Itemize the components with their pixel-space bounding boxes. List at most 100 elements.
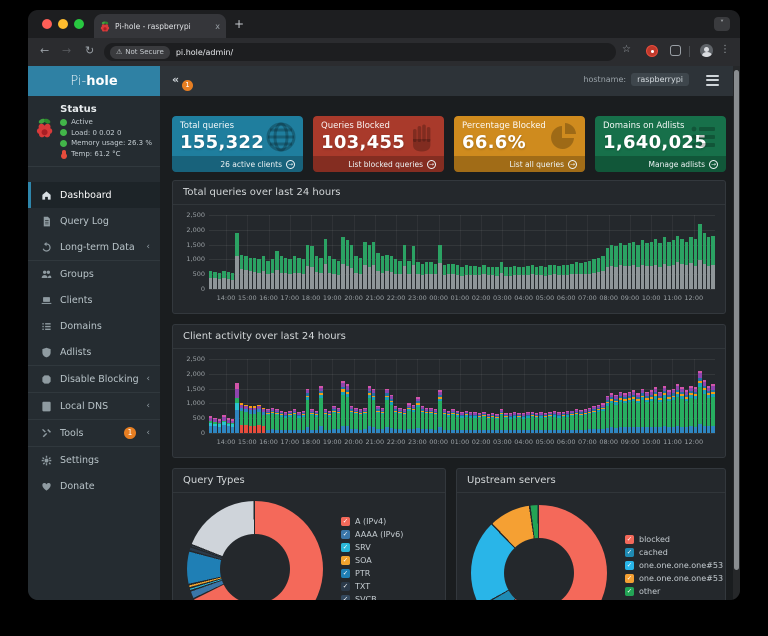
query-bar[interactable] bbox=[680, 239, 683, 289]
card-footer-link[interactable]: List all queries→ bbox=[454, 156, 585, 172]
sidebar-item-adlists[interactable]: Adlists bbox=[28, 339, 160, 365]
query-bar[interactable] bbox=[614, 246, 617, 289]
client-bar[interactable] bbox=[636, 393, 639, 433]
query-bar[interactable] bbox=[315, 256, 318, 289]
query-bar[interactable] bbox=[359, 258, 362, 289]
query-bar[interactable] bbox=[372, 242, 375, 289]
query-bar[interactable] bbox=[354, 256, 357, 289]
address-bar[interactable]: ⚠ Not Secure pi.hole/admin/ bbox=[104, 43, 616, 61]
client-bar[interactable] bbox=[676, 384, 679, 433]
legend-item[interactable]: ✓A (IPv4) bbox=[341, 515, 403, 528]
query-bar[interactable] bbox=[672, 240, 675, 289]
sidebar-item-domains[interactable]: Domains bbox=[28, 313, 160, 339]
tab-close-icon[interactable]: x bbox=[215, 22, 220, 31]
client-bar[interactable] bbox=[544, 413, 547, 433]
card-footer-link[interactable]: Manage adlists→ bbox=[595, 156, 726, 172]
query-bar[interactable] bbox=[451, 264, 454, 289]
client-bar[interactable] bbox=[249, 406, 252, 433]
client-bar[interactable] bbox=[443, 409, 446, 433]
query-bar[interactable] bbox=[478, 267, 481, 289]
pihole-extension-icon[interactable] bbox=[646, 45, 658, 57]
menu-dots-icon[interactable]: ⋮ bbox=[720, 44, 730, 55]
query-bar[interactable] bbox=[302, 259, 305, 289]
legend-checkbox-icon[interactable]: ✓ bbox=[625, 561, 634, 570]
client-bar[interactable] bbox=[465, 411, 468, 433]
client-bar[interactable] bbox=[553, 411, 556, 433]
profile-avatar[interactable] bbox=[700, 44, 713, 57]
client-bar[interactable] bbox=[473, 412, 476, 433]
query-bar[interactable] bbox=[407, 261, 410, 289]
legend-item[interactable]: ✓SVCB bbox=[341, 593, 403, 600]
client-bar[interactable] bbox=[504, 413, 507, 433]
client-bar[interactable] bbox=[584, 409, 587, 433]
sidebar-item-tools[interactable]: Tools1‹ bbox=[28, 420, 160, 446]
client-bar[interactable] bbox=[539, 412, 542, 433]
query-bar[interactable] bbox=[209, 271, 212, 289]
client-bar[interactable] bbox=[645, 392, 648, 433]
client-bar[interactable] bbox=[711, 384, 714, 433]
legend-item[interactable]: ✓TXT bbox=[341, 580, 403, 593]
query-bar[interactable] bbox=[262, 256, 265, 289]
window-minimize-button[interactable] bbox=[58, 19, 68, 29]
query-bar[interactable] bbox=[416, 262, 419, 289]
query-bar[interactable] bbox=[694, 239, 697, 289]
query-bar[interactable] bbox=[275, 251, 278, 289]
query-bar[interactable] bbox=[341, 237, 344, 289]
client-bar[interactable] bbox=[491, 413, 494, 433]
query-bar[interactable] bbox=[257, 259, 260, 289]
client-bar[interactable] bbox=[284, 412, 287, 433]
query-bar[interactable] bbox=[535, 267, 538, 289]
client-bar[interactable] bbox=[421, 406, 424, 433]
client-bar[interactable] bbox=[324, 409, 327, 433]
client-bar[interactable] bbox=[482, 412, 485, 433]
query-bar[interactable] bbox=[412, 246, 415, 289]
query-bar[interactable] bbox=[421, 264, 424, 289]
query-bar[interactable] bbox=[235, 233, 238, 289]
query-bar[interactable] bbox=[698, 224, 701, 289]
client-bar[interactable] bbox=[385, 389, 388, 433]
legend-checkbox-icon[interactable]: ✓ bbox=[341, 543, 350, 552]
query-bar[interactable] bbox=[284, 258, 287, 289]
query-bar[interactable] bbox=[297, 258, 300, 289]
client-bar[interactable] bbox=[592, 406, 595, 433]
client-bar[interactable] bbox=[597, 405, 600, 433]
query-bar[interactable] bbox=[504, 267, 507, 289]
query-bar[interactable] bbox=[667, 242, 670, 289]
query-bar[interactable] bbox=[368, 245, 371, 289]
query-bar[interactable] bbox=[337, 261, 340, 289]
query-bar[interactable] bbox=[324, 239, 327, 289]
client-bar[interactable] bbox=[548, 412, 551, 433]
legend-checkbox-icon[interactable]: ✓ bbox=[625, 574, 634, 583]
query-bar[interactable] bbox=[606, 248, 609, 289]
client-bar[interactable] bbox=[350, 406, 353, 433]
query-bar[interactable] bbox=[636, 245, 639, 289]
client-bar[interactable] bbox=[513, 412, 516, 433]
sidebar-item-dashboard[interactable]: Dashboard bbox=[28, 182, 160, 208]
scrollbar-thumb[interactable] bbox=[734, 70, 739, 570]
client-bar[interactable] bbox=[694, 387, 697, 433]
query-bar[interactable] bbox=[443, 265, 446, 289]
query-bar[interactable] bbox=[632, 242, 635, 289]
client-bar[interactable] bbox=[275, 409, 278, 433]
client-bar[interactable] bbox=[416, 397, 419, 433]
client-bar[interactable] bbox=[280, 411, 283, 433]
query-bar[interactable] bbox=[557, 266, 560, 289]
client-bar[interactable] bbox=[213, 418, 216, 433]
client-bar[interactable] bbox=[500, 409, 503, 433]
query-bar[interactable] bbox=[570, 264, 573, 289]
legend-item[interactable]: ✓one.one.one.one#53 bbox=[625, 559, 723, 572]
client-bar[interactable] bbox=[610, 393, 613, 433]
legend-checkbox-icon[interactable]: ✓ bbox=[341, 556, 350, 565]
client-bar[interactable] bbox=[487, 414, 490, 433]
client-bar[interactable] bbox=[478, 413, 481, 433]
client-bar[interactable] bbox=[306, 389, 309, 433]
upstream-servers-donut-chart[interactable] bbox=[471, 505, 607, 600]
query-bar[interactable] bbox=[641, 240, 644, 289]
legend-checkbox-icon[interactable]: ✓ bbox=[341, 595, 350, 600]
query-bar[interactable] bbox=[213, 272, 216, 289]
sidebar-item-query-log[interactable]: Query Log bbox=[28, 208, 160, 234]
client-bar[interactable] bbox=[262, 408, 265, 433]
client-bar[interactable] bbox=[623, 393, 626, 433]
client-bar[interactable] bbox=[253, 406, 256, 433]
client-bar[interactable] bbox=[469, 412, 472, 433]
